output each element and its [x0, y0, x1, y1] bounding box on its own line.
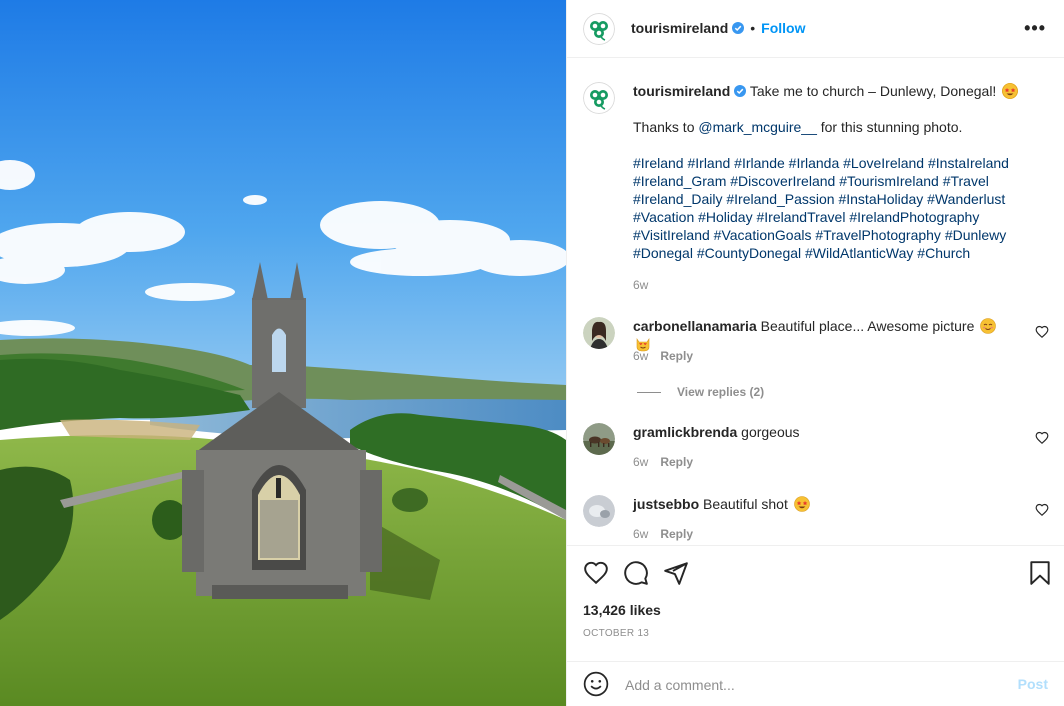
smiling-emoji-icon [980, 318, 997, 334]
post-header: tourismireland • Follow ••• [567, 0, 1064, 58]
share-paper-plane-icon[interactable] [663, 560, 689, 586]
profile-photo-icon [583, 423, 615, 455]
comment-text: Beautiful shot [703, 496, 788, 512]
view-replies-button[interactable]: View replies (2) [637, 385, 764, 399]
thanks-prefix: Thanks to [633, 119, 695, 135]
like-heart-icon[interactable] [583, 560, 609, 586]
star-eyes-emoji-icon [1002, 83, 1019, 99]
comment-age[interactable]: 6w [633, 349, 648, 363]
comment-bubble-icon[interactable] [623, 560, 649, 586]
view-replies-label: View replies (2) [677, 385, 765, 399]
like-comment-heart-icon[interactable] [1035, 503, 1049, 517]
post-actions: 13,426 likes OCTOBER 13 [567, 545, 1064, 661]
comment-text: Beautiful place... Awesome picture [760, 318, 975, 334]
thanks-suffix: for this stunning photo. [820, 119, 963, 135]
verified-badge-icon [732, 22, 745, 34]
follow-button[interactable]: Follow [761, 20, 805, 36]
reply-button[interactable]: Reply [660, 527, 693, 541]
commenter-avatar[interactable] [583, 317, 615, 349]
hashtags[interactable]: #Ireland #Irland #Irlande #Irlanda #Love… [633, 154, 1028, 262]
comments-scroll-area[interactable]: tourismireland Take me to church – Dunle… [567, 58, 1064, 545]
post-comment-button[interactable]: Post [1018, 676, 1048, 692]
profile-photo-icon [583, 495, 615, 527]
mention-link[interactable]: @mark_mcguire__ [698, 119, 816, 135]
like-comment-heart-icon[interactable] [1035, 431, 1049, 445]
post-date[interactable]: OCTOBER 13 [583, 628, 649, 639]
add-comment-input[interactable] [623, 672, 987, 698]
likes-count[interactable]: 13,426 likes [583, 602, 661, 618]
header-username[interactable]: tourismireland [631, 20, 728, 36]
verified-badge-icon [734, 85, 747, 97]
like-comment-heart-icon[interactable] [1035, 325, 1049, 339]
shamrock-logo-icon [583, 82, 615, 114]
commenter-avatar[interactable] [583, 495, 615, 527]
add-comment-bar: Post [567, 661, 1064, 706]
caption-age[interactable]: 6w [633, 276, 1033, 294]
replies-divider [637, 392, 661, 394]
save-bookmark-icon[interactable] [1027, 560, 1053, 586]
post-image[interactable] [0, 0, 566, 706]
more-options-icon[interactable]: ••• [1024, 18, 1046, 39]
emoji-smiley-icon[interactable] [583, 671, 609, 697]
profile-photo-icon [583, 317, 615, 349]
comment-text: gorgeous [741, 424, 800, 440]
commenter-avatar[interactable] [583, 423, 615, 455]
church-landscape-image [0, 0, 566, 706]
shamrock-logo-icon [583, 13, 615, 45]
instagram-post: tourismireland • Follow ••• tourismirela… [0, 0, 1064, 706]
star-eyes-emoji-icon [793, 496, 810, 512]
comment-age[interactable]: 6w [633, 527, 648, 541]
caption-avatar[interactable] [583, 82, 615, 114]
comment-username[interactable]: gramlickbrenda [633, 424, 737, 440]
caption-username[interactable]: tourismireland [633, 83, 730, 99]
separator-dot: • [750, 20, 756, 36]
avatar[interactable] [583, 13, 615, 45]
comment-age[interactable]: 6w [633, 455, 648, 469]
comment-username[interactable]: justsebbo [633, 496, 699, 512]
post-details-panel: tourismireland • Follow ••• tourismirela… [566, 0, 1064, 706]
reply-button[interactable]: Reply [660, 349, 693, 363]
post-caption: tourismireland Take me to church – Dunle… [633, 82, 1033, 294]
comment-username[interactable]: carbonellanamaria [633, 318, 757, 334]
caption-text: Take me to church – Dunlewy, Donegal! [749, 83, 997, 99]
reply-button[interactable]: Reply [660, 455, 693, 469]
